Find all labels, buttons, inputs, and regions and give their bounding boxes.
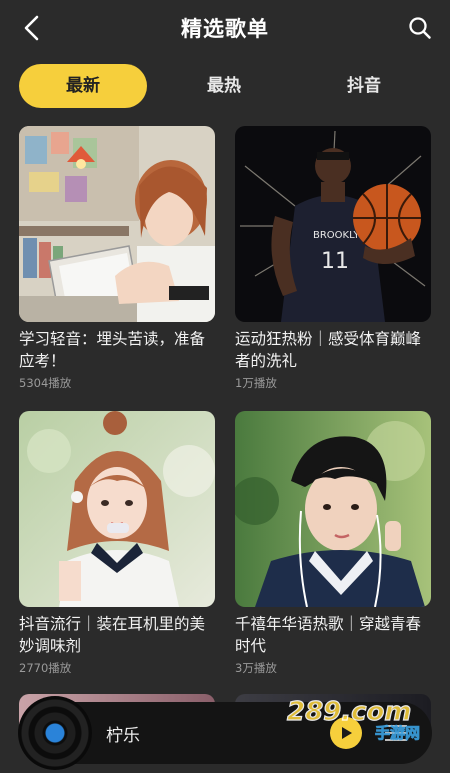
playlist-cover-image[interactable]: [19, 411, 215, 607]
tab-hottest[interactable]: 最热: [187, 64, 261, 108]
search-button[interactable]: [402, 10, 438, 46]
watermark-subtext: 手游网: [375, 724, 420, 742]
svg-text:11: 11: [321, 249, 349, 274]
playlist-cover-image[interactable]: [19, 126, 215, 322]
vinyl-disc-icon[interactable]: [18, 696, 92, 770]
playlist-card[interactable]: 千禧年华语热歌｜穿越青春时代 3万播放: [235, 411, 431, 676]
playlist-cover-image[interactable]: [235, 411, 431, 607]
search-icon: [409, 17, 431, 39]
playlist-title[interactable]: 抖音流行｜装在耳机里的美妙调味剂: [19, 613, 215, 657]
play-count: 2770播放: [19, 661, 72, 675]
play-count: 5304播放: [19, 376, 72, 390]
site-watermark-logo: 289.com 手游网: [283, 690, 443, 746]
playlist-card[interactable]: BROOKLYN 11 运动狂热粉｜感受体育巅峰者的洗礼 1万播放: [235, 126, 431, 391]
watermark-text: 289.com: [287, 697, 412, 727]
playlist-title[interactable]: 千禧年华语热歌｜穿越青春时代: [235, 613, 431, 657]
tab-douyin[interactable]: 抖音: [327, 64, 401, 108]
playlist-title[interactable]: 运动狂热粉｜感受体育巅峰者的洗礼: [235, 328, 431, 372]
play-count: 1万播放: [235, 376, 277, 390]
playlist-card[interactable]: 抖音流行｜装在耳机里的美妙调味剂 2770播放: [19, 411, 215, 676]
category-tabs: 最新 最热 抖音: [19, 64, 431, 108]
playlist-card[interactable]: 学习轻音：埋头苦读，准备应考！ 5304播放: [19, 126, 215, 391]
page-title: 精选歌单: [181, 17, 269, 41]
play-count: 3万播放: [235, 661, 277, 675]
tab-newest[interactable]: 最新: [19, 64, 147, 108]
playlist-cover-image[interactable]: BROOKLYN 11: [235, 126, 431, 322]
top-bar: 精选歌单: [0, 0, 450, 56]
now-playing-title[interactable]: 柠乐: [106, 721, 140, 746]
playlist-title[interactable]: 学习轻音：埋头苦读，准备应考！: [19, 328, 215, 372]
